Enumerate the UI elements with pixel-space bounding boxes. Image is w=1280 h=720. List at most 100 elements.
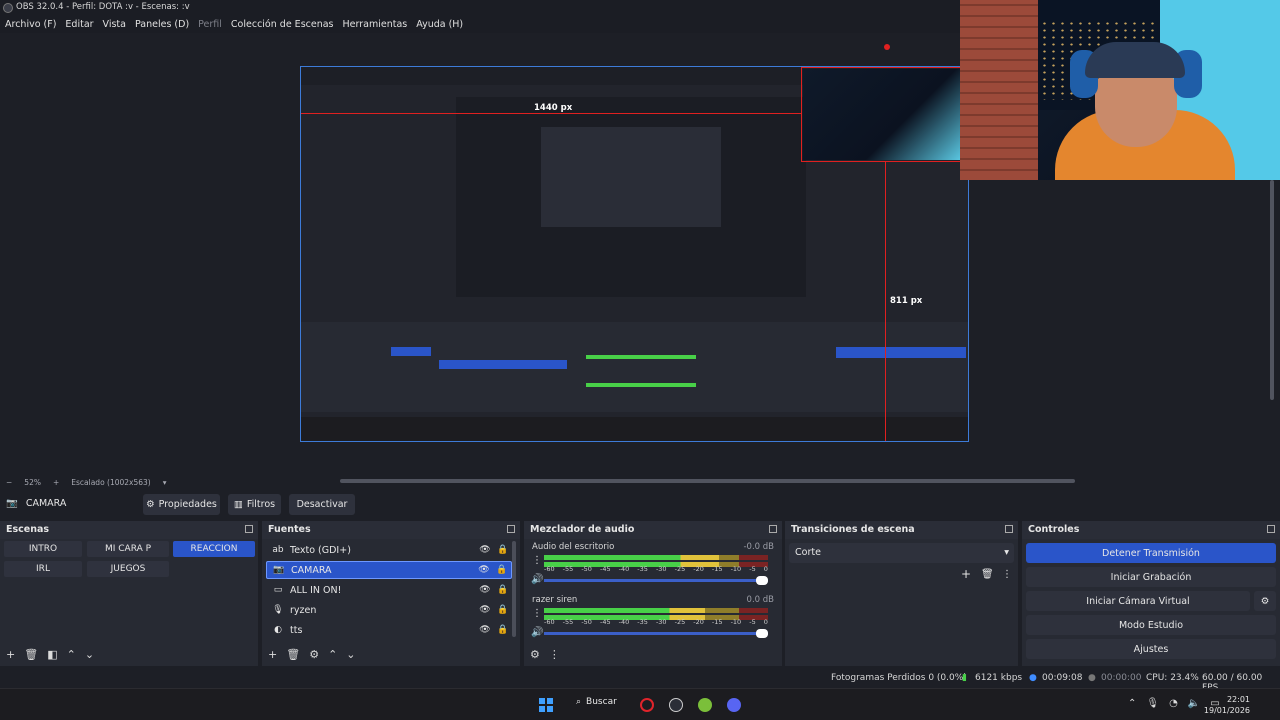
speaker-icon[interactable]: 🔊 <box>531 574 543 585</box>
stop-stream-button[interactable]: Detener Transmisión <box>1026 543 1276 563</box>
transform-handle[interactable] <box>884 44 890 50</box>
scale-tick: -35 <box>637 565 648 573</box>
undock-icon[interactable] <box>769 525 777 533</box>
menu-herramientas[interactable]: Herramientas <box>343 19 408 30</box>
visibility-eye-icon[interactable]: 👁 <box>476 545 494 555</box>
source-camara[interactable]: 📷 CAMARA 👁 🔒 <box>266 561 512 579</box>
menu-ayuda[interactable]: Ayuda (H) <box>416 19 463 30</box>
menu-archivo[interactable]: Archivo (F) <box>5 19 56 30</box>
taskbar-search[interactable]: ⌕ Buscar <box>576 697 617 707</box>
virtual-camera-settings-icon[interactable]: ⚙ <box>1254 591 1276 611</box>
start-recording-button[interactable]: Iniciar Grabación <box>1026 567 1276 587</box>
source-all-in-on[interactable]: ▭ ALL IN ON! 👁 🔒 <box>266 581 512 599</box>
source-tts[interactable]: ◐ tts 👁 🔒 <box>266 621 512 639</box>
vertical-scroll-thumb[interactable] <box>1270 180 1274 400</box>
volume-knob[interactable] <box>756 576 768 585</box>
webcam-camera-source[interactable] <box>960 0 1280 180</box>
wifi-icon[interactable]: ◔ <box>1169 698 1178 709</box>
lock-icon[interactable]: 🔒 <box>494 625 512 635</box>
remove-source-icon[interactable]: 🗑 <box>286 648 300 661</box>
lock-icon[interactable]: 🔒 <box>494 585 512 595</box>
app-icon[interactable] <box>698 698 712 712</box>
obs-taskbar-icon[interactable] <box>669 698 683 712</box>
start-virtual-camera-button[interactable]: Iniciar Cámara Virtual <box>1026 591 1250 611</box>
scene-juegos[interactable]: JUEGOS <box>87 561 169 577</box>
move-up-icon[interactable]: ⌃ <box>67 648 76 661</box>
undock-icon[interactable] <box>1267 525 1275 533</box>
visibility-eye-icon[interactable]: 👁 <box>475 565 493 575</box>
scaling-dropdown-icon[interactable]: ▾ <box>163 478 167 487</box>
move-down-icon[interactable]: ⌄ <box>85 648 94 661</box>
clock-time: 22:01 <box>1226 695 1250 704</box>
lock-icon[interactable]: 🔒 <box>494 605 512 615</box>
gear-icon: ⚙ <box>146 499 155 510</box>
opera-icon[interactable] <box>640 698 654 712</box>
scene-reaccion[interactable]: REACCION <box>173 541 255 557</box>
scene-irl[interactable]: IRL <box>4 561 82 577</box>
scene-mi-cara-p[interactable]: MI CARA P <box>87 541 169 557</box>
undock-icon[interactable] <box>245 525 253 533</box>
settings-button[interactable]: Ajustes <box>1026 639 1276 659</box>
remove-scene-icon[interactable]: 🗑 <box>24 648 38 661</box>
transition-menu-icon[interactable]: ⋮ <box>1002 569 1012 580</box>
scene-intro[interactable]: INTRO <box>4 541 82 557</box>
deactivate-button[interactable]: Desactivar <box>289 494 355 515</box>
preview-horizontal-scrollbar[interactable] <box>0 475 1280 487</box>
menu-editar[interactable]: Editar <box>65 19 93 30</box>
discord-icon[interactable] <box>727 698 741 712</box>
undock-icon[interactable] <box>1005 525 1013 533</box>
preview-vertical-scrollbar[interactable] <box>1268 180 1276 400</box>
source-properties-icon[interactable]: ⚙ <box>309 648 319 661</box>
chevron-up-icon[interactable]: ⌃ <box>1128 698 1136 709</box>
scale-tick: 0 <box>763 618 768 626</box>
filter-icon: ▥ <box>233 499 243 510</box>
microphone-tray-icon[interactable]: 🎙 <box>1146 698 1159 709</box>
menu-perfil[interactable]: Perfil <box>198 19 222 30</box>
filters-button[interactable]: ▥ Filtros <box>228 494 281 515</box>
advanced-audio-icon[interactable]: ⚙ <box>530 648 540 661</box>
menu-paneles[interactable]: Paneles (D) <box>135 19 189 30</box>
taskbar-clock[interactable]: 22:01 19/01/2026 <box>1204 694 1250 716</box>
properties-button[interactable]: ⚙ Propiedades <box>143 494 220 515</box>
move-up-icon[interactable]: ⌃ <box>328 648 337 661</box>
source-texto-gdi[interactable]: ab Texto (GDI+) 👁 🔒 <box>266 541 512 559</box>
add-source-icon[interactable]: + <box>268 648 277 661</box>
volume-slider-desktop[interactable] <box>544 576 768 585</box>
preview-canvas-source[interactable]: 1440 px 811 px <box>300 66 969 442</box>
menu-vista[interactable]: Vista <box>103 19 126 30</box>
transition-select[interactable]: Corte ▾ <box>789 543 1014 563</box>
channel-menu-icon[interactable]: ⋮ <box>532 608 542 619</box>
scale-tick: -40 <box>618 618 630 626</box>
mixer-menu-icon[interactable]: ⋮ <box>549 648 560 661</box>
source-ryzen[interactable]: 🎙 ryzen 👁 🔒 <box>266 601 512 619</box>
add-scene-icon[interactable]: + <box>6 648 15 661</box>
scale-tick: -35 <box>637 618 648 626</box>
channel-menu-icon[interactable]: ⋮ <box>532 555 542 566</box>
add-transition-icon[interactable]: + <box>961 567 971 581</box>
menu-coleccion-escenas[interactable]: Colección de Escenas <box>231 19 334 30</box>
move-down-icon[interactable]: ⌄ <box>346 648 355 661</box>
speaker-icon[interactable]: 🔊 <box>531 627 543 638</box>
scene-filters-icon[interactable]: ◧ <box>47 648 57 661</box>
studio-mode-button[interactable]: Modo Estudio <box>1026 615 1276 635</box>
sources-scrollbar[interactable] <box>512 541 516 637</box>
nested-source-selected <box>439 360 567 369</box>
meter-level <box>544 555 719 560</box>
volume-knob[interactable] <box>756 629 768 638</box>
undock-icon[interactable] <box>507 525 515 533</box>
brick-wall <box>960 0 1038 180</box>
visibility-eye-icon[interactable]: 👁 <box>476 585 494 595</box>
scaling-mode[interactable]: Escalado (1002x563) <box>71 478 150 487</box>
windows-start-icon[interactable] <box>539 698 553 712</box>
zoom-out-button[interactable]: − <box>6 478 12 487</box>
lock-icon[interactable]: 🔒 <box>493 565 511 575</box>
mixer-footer: ⚙ ⋮ <box>524 646 560 662</box>
remove-transition-icon[interactable]: 🗑 <box>981 569 994 580</box>
visibility-eye-icon[interactable]: 👁 <box>476 605 494 615</box>
zoom-in-button[interactable]: + <box>53 478 59 487</box>
lock-icon[interactable]: 🔒 <box>494 545 512 555</box>
volume-slider-mic[interactable] <box>544 629 768 638</box>
visibility-eye-icon[interactable]: 👁 <box>476 625 494 635</box>
volume-icon[interactable]: 🔈 <box>1188 698 1200 709</box>
horizontal-scroll-thumb[interactable] <box>340 479 1075 483</box>
